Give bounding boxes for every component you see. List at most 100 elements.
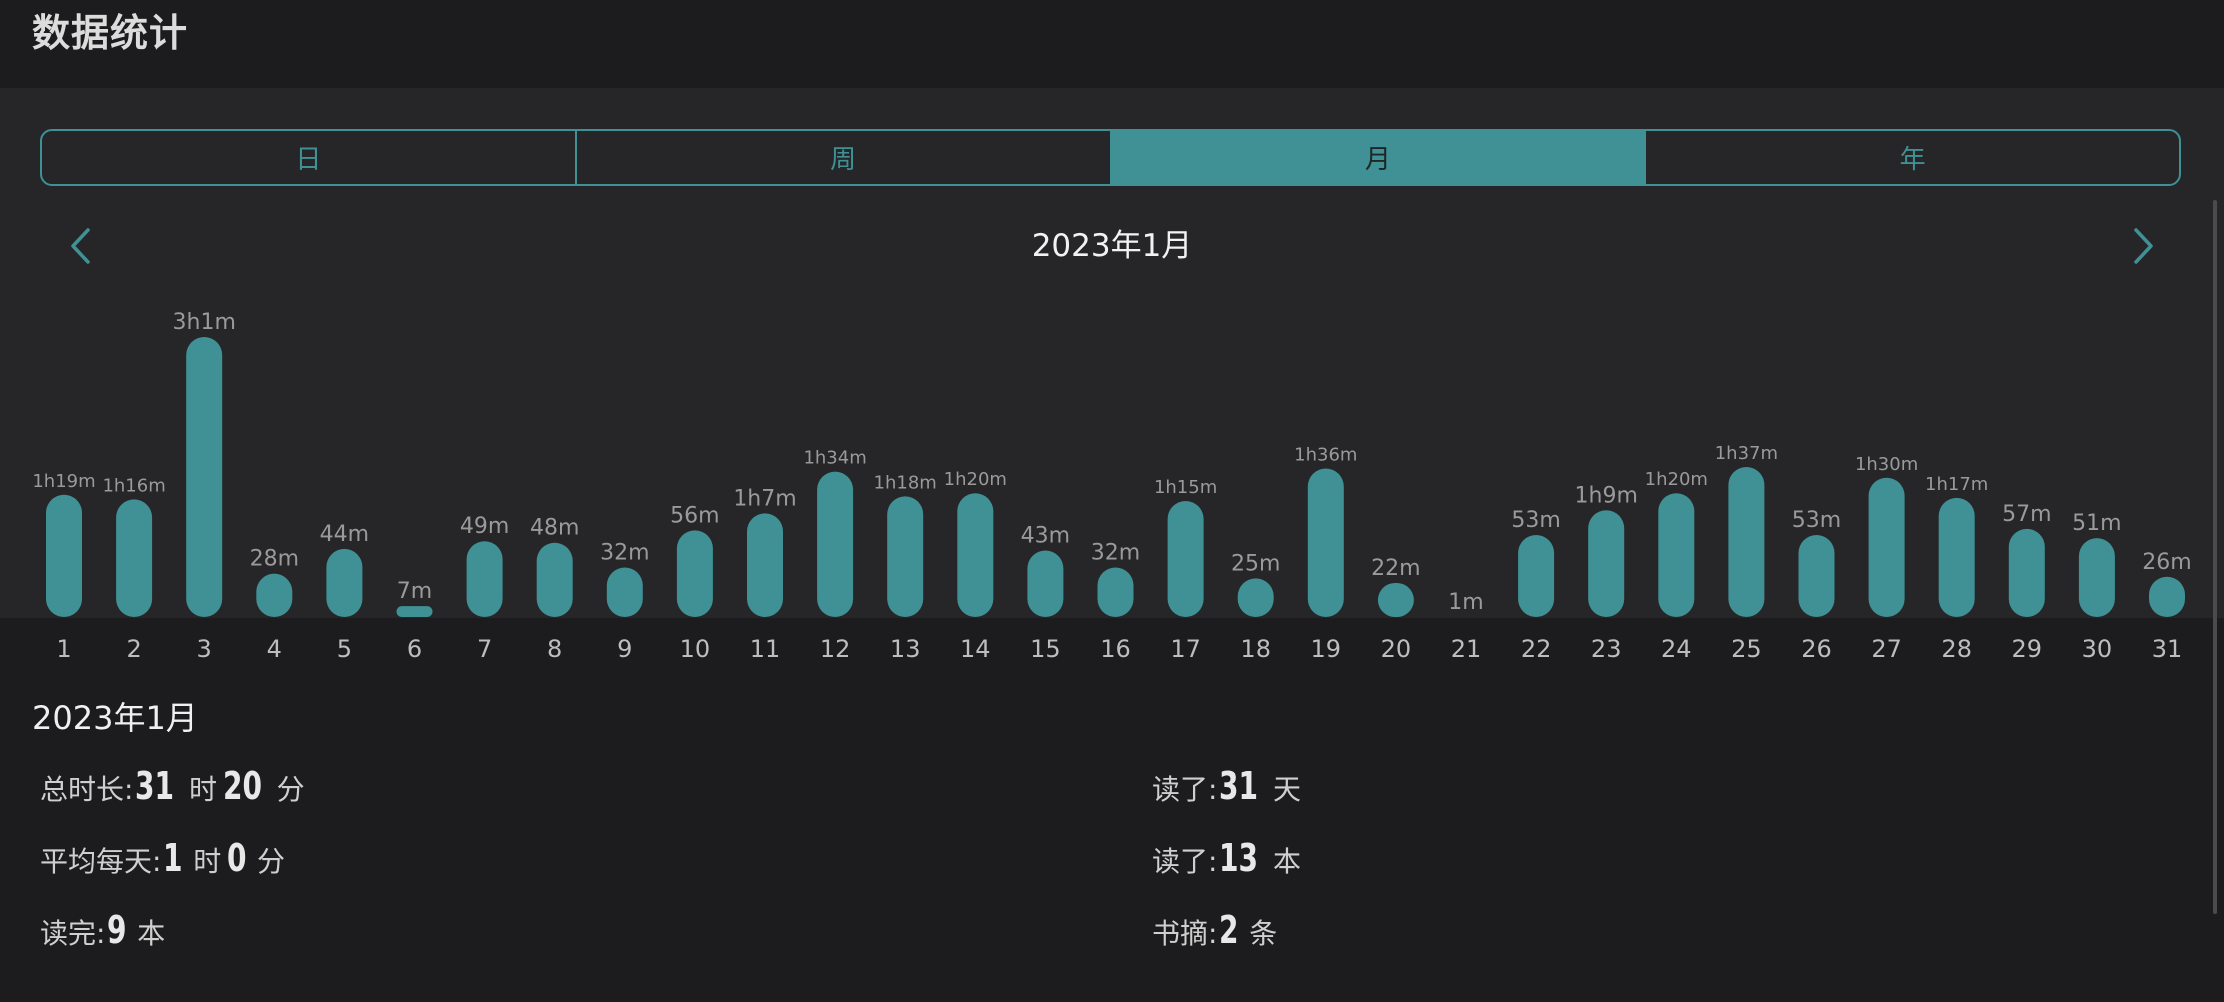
bar-day-16[interactable] (1097, 567, 1134, 617)
data-label-day-14: 1h20m (944, 469, 1007, 490)
bar-day-28[interactable] (1938, 497, 1975, 617)
stat-total-duration: 总时长: 31 时 20 分 (40, 764, 309, 808)
bar-day-29[interactable] (2008, 528, 2045, 617)
bar-day-18[interactable] (1237, 578, 1274, 617)
stat-value: 13 (1219, 836, 1259, 880)
bar-day-3[interactable] (186, 337, 223, 617)
data-label-day-12: 1h34m (803, 448, 866, 469)
data-label-day-27: 1h30m (1855, 454, 1918, 475)
x-tick-label: 10 (680, 635, 711, 663)
x-tick-label: 1 (56, 635, 71, 663)
data-label-day-15: 43m (1021, 523, 1070, 548)
data-label-day-1: 1h19m (32, 471, 95, 492)
stat-value: 31 (1219, 764, 1259, 808)
data-label-day-10: 56m (670, 503, 719, 528)
data-label-day-25: 1h37m (1715, 443, 1778, 464)
x-tick-label: 4 (267, 635, 282, 663)
stat-unit: 时 (193, 845, 222, 878)
x-tick-label: 18 (1240, 635, 1271, 663)
x-tick-label: 8 (547, 635, 562, 663)
x-tick-label: 24 (1661, 635, 1692, 663)
data-label-day-23: 1h9m (1575, 483, 1638, 508)
bar-day-31[interactable] (2149, 576, 2185, 617)
bar-day-4[interactable] (256, 573, 293, 617)
data-label-day-21: 1m (1448, 590, 1483, 615)
bar-day-22[interactable] (1518, 535, 1555, 617)
bar-day-5[interactable] (326, 548, 363, 617)
stat-label: 书摘: (1152, 917, 1218, 950)
stat-value: 20 (223, 764, 263, 808)
bar-day-19[interactable] (1307, 468, 1344, 617)
bar-day-7[interactable] (466, 541, 503, 617)
data-label-day-18: 25m (1231, 551, 1280, 576)
x-tick-label: 17 (1170, 635, 1201, 663)
stat-value: 31 (135, 764, 175, 808)
bar-day-25[interactable] (1728, 466, 1765, 617)
x-tick-label: 19 (1311, 635, 1342, 663)
bar-day-26[interactable] (1798, 535, 1835, 617)
data-label-day-16: 32m (1091, 540, 1140, 565)
scrollbar[interactable] (2213, 200, 2217, 914)
stat-value: 1 (163, 836, 183, 880)
bar-day-1[interactable] (46, 494, 82, 617)
bar-day-8[interactable] (536, 542, 573, 617)
stat-daily-average: 平均每天: 1 时 0 分 (40, 836, 289, 880)
bar-day-30[interactable] (2078, 538, 2115, 617)
stat-unit: 天 (1273, 773, 1302, 806)
stat-unit: 分 (276, 773, 305, 806)
x-tick-label: 30 (2082, 635, 2113, 663)
x-tick-label: 9 (617, 635, 632, 663)
stat-days-read: 读了: 31 天 (1152, 764, 1305, 808)
stat-excerpts: 书摘: 2 条 (1152, 908, 1281, 952)
bar-day-24[interactable] (1658, 493, 1695, 617)
stat-label: 读了: (1152, 773, 1218, 806)
x-tick-label: 27 (1871, 635, 1902, 663)
bar-day-17[interactable] (1167, 500, 1204, 617)
stat-label: 平均每天: (40, 845, 162, 878)
stat-unit: 本 (137, 917, 166, 950)
bar-day-15[interactable] (1027, 550, 1064, 617)
x-tick-label: 6 (407, 635, 422, 663)
x-tick-label: 21 (1451, 635, 1482, 663)
data-label-day-24: 1h20m (1645, 469, 1708, 490)
data-label-day-22: 53m (1511, 508, 1560, 533)
data-label-day-8: 48m (530, 516, 579, 541)
bar-day-10[interactable] (676, 530, 713, 617)
x-tick-label: 31 (2152, 635, 2183, 663)
bar-day-11[interactable] (747, 513, 783, 617)
data-label-day-11: 1h7m (733, 486, 796, 511)
x-tick-label: 28 (1941, 635, 1972, 663)
data-label-day-17: 1h15m (1154, 477, 1217, 498)
stat-label: 读了: (1152, 845, 1218, 878)
data-label-day-19: 1h36m (1294, 444, 1357, 465)
bar-day-9[interactable] (606, 567, 643, 617)
stat-books-finished: 读完: 9 本 (40, 908, 169, 952)
stat-label: 总时长: (40, 773, 134, 806)
bar-day-2[interactable] (116, 499, 153, 617)
stat-books-read: 读了: 13 本 (1152, 836, 1305, 880)
x-tick-label: 3 (197, 635, 212, 663)
bar-day-20[interactable] (1377, 582, 1414, 617)
stat-value: 9 (107, 908, 127, 952)
x-tick-label: 13 (890, 635, 921, 663)
x-tick-label: 15 (1030, 635, 1061, 663)
bar-day-6[interactable] (396, 606, 433, 617)
data-label-day-31: 26m (2142, 550, 2191, 575)
data-label-day-7: 49m (460, 514, 509, 539)
x-tick-label: 29 (2012, 635, 2043, 663)
data-label-day-30: 51m (2072, 511, 2121, 536)
bar-day-27[interactable] (1868, 477, 1905, 617)
data-label-day-13: 1h18m (874, 472, 937, 493)
data-label-day-26: 53m (1792, 508, 1841, 533)
bar-day-14[interactable] (957, 493, 994, 617)
x-tick-label: 20 (1381, 635, 1412, 663)
bar-day-13[interactable] (887, 496, 924, 617)
data-label-day-4: 28m (250, 547, 299, 572)
bar-day-12[interactable] (817, 471, 854, 617)
stat-value: 0 (227, 836, 247, 880)
stat-label: 读完: (40, 917, 106, 950)
data-label-day-2: 1h16m (102, 475, 165, 496)
data-label-day-9: 32m (600, 540, 649, 565)
stat-unit: 时 (189, 773, 218, 806)
bar-day-23[interactable] (1588, 510, 1625, 617)
